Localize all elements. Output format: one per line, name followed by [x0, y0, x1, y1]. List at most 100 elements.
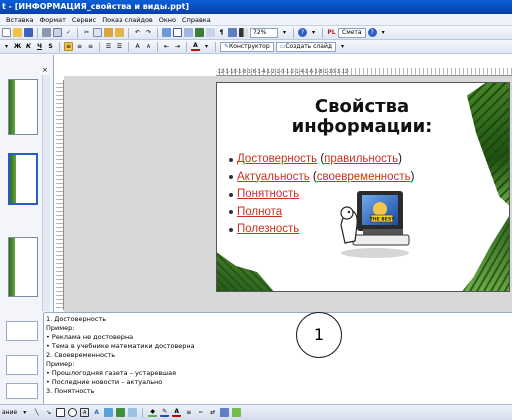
hyperlink[interactable]: Актуальность [237, 171, 310, 183]
line-color-icon[interactable]: ✎ [160, 408, 170, 417]
color-grayscale-icon[interactable] [239, 28, 248, 37]
speaker-notes-pane[interactable]: 1. ДостоверностьПример:Реклама не достов… [44, 312, 512, 404]
save-icon[interactable] [24, 28, 33, 37]
slide-thumbnail[interactable] [6, 355, 38, 375]
fern-bottom-left-image [217, 251, 275, 291]
bullet-text-fragment: ) [410, 170, 415, 183]
toolbar-separator [59, 41, 60, 52]
numbering-icon[interactable]: ☰ [104, 42, 113, 51]
underline-icon[interactable]: Ч [35, 42, 44, 51]
oval-icon[interactable] [68, 408, 78, 417]
menu-format[interactable]: Формат [40, 16, 66, 24]
menu-bar: Вставка Формат Сервис Показ слайдов Окно… [0, 14, 512, 26]
rectangle-icon[interactable] [56, 408, 66, 417]
slide-thumbnail[interactable] [6, 321, 38, 341]
font-color-icon[interactable]: A [191, 42, 200, 51]
table-icon[interactable] [173, 28, 182, 37]
tables-borders-icon[interactable] [184, 28, 193, 37]
decrease-font-icon[interactable]: A [144, 42, 153, 51]
arrow-style-icon[interactable]: ⇄ [208, 408, 217, 417]
expand-icon[interactable] [206, 28, 215, 37]
slide-thumbnail[interactable] [8, 237, 38, 297]
chevron-down-icon[interactable]: ▾ [280, 28, 289, 37]
chevron-down-icon[interactable]: ▾ [20, 408, 29, 417]
align-right-icon[interactable]: ≡ [86, 42, 95, 51]
line-style-icon[interactable]: ≡ [184, 408, 193, 417]
textbox-icon[interactable]: A [80, 408, 90, 417]
redo-icon[interactable]: ↷ [144, 28, 153, 37]
show-formatting-icon[interactable]: ¶ [217, 28, 226, 37]
help-icon[interactable]: ? [298, 28, 307, 37]
help-icon[interactable]: ? [367, 28, 377, 37]
increase-font-icon[interactable]: A [133, 42, 142, 51]
format-painter-icon[interactable] [115, 28, 124, 37]
hyperlink[interactable]: Полнота [237, 206, 282, 218]
chevron-down-icon[interactable]: ▾ [202, 42, 211, 51]
thumbnails-scrollbar[interactable] [42, 75, 50, 311]
menu-slide-show[interactable]: Показ слайдов [102, 16, 153, 24]
shadow-icon[interactable]: S [46, 42, 55, 51]
hyperlink[interactable]: правильность [324, 153, 398, 165]
chevron-down-icon[interactable]: ▾ [338, 42, 347, 51]
computer-clipart-image: THE BEST [340, 191, 410, 258]
hyperlink[interactable]: Достоверность [237, 153, 317, 165]
chevron-down-icon[interactable]: ▾ [309, 28, 318, 37]
chart-icon[interactable] [162, 28, 171, 37]
wordart-icon[interactable]: A [92, 408, 101, 417]
line-icon[interactable]: ╲ [32, 408, 41, 417]
fern-decoration [9, 238, 15, 296]
spelling-icon[interactable]: ✓ [64, 28, 73, 37]
grid-icon[interactable] [228, 28, 237, 37]
picture-icon[interactable] [128, 408, 138, 417]
chevron-down-icon[interactable]: ▾ [2, 42, 11, 51]
menu-tools[interactable]: Сервис [72, 16, 96, 24]
align-left-icon[interactable]: ≡ [64, 42, 73, 51]
slide-thumbnail-selected[interactable] [8, 153, 38, 205]
undo-icon[interactable]: ↶ [133, 28, 142, 37]
fill-color-icon[interactable]: ◆ [148, 408, 158, 417]
bold-icon[interactable]: Ж [13, 42, 22, 51]
slide-thumbnail[interactable] [8, 79, 38, 135]
slide-thumbnail[interactable] [6, 383, 38, 399]
markup-icon[interactable]: PL [327, 28, 336, 37]
zoom-select[interactable]: 72% [250, 27, 278, 38]
toolbar-separator [142, 407, 144, 418]
font-color-icon[interactable]: A [172, 408, 182, 417]
decrease-indent-icon[interactable]: ⇤ [162, 42, 171, 51]
cut-icon[interactable]: ✂ [82, 28, 91, 37]
increase-indent-icon[interactable]: ⇥ [173, 42, 182, 51]
new-icon[interactable] [2, 28, 11, 37]
insert-chart-icon[interactable] [195, 28, 204, 37]
menu-insert[interactable]: Вставка [6, 16, 34, 24]
align-center-icon[interactable]: ≡ [75, 42, 84, 51]
slide-title[interactable]: Свойства информации: [257, 97, 467, 137]
paste-icon[interactable] [104, 28, 113, 37]
menu-help[interactable]: Справка [182, 16, 211, 24]
open-icon[interactable] [13, 28, 22, 37]
designer-button[interactable]: ✎Конструктор [220, 41, 274, 52]
close-icon[interactable]: × [42, 66, 48, 74]
shadow-style-icon[interactable] [220, 408, 230, 417]
bullets-icon[interactable]: ☰ [115, 42, 124, 51]
help-field[interactable]: Смета [338, 27, 366, 38]
new-slide-button[interactable]: ▭Создать слайд [275, 41, 336, 52]
menu-window[interactable]: Окно [159, 16, 176, 24]
diagram-icon[interactable] [104, 408, 114, 417]
print-icon[interactable] [42, 28, 51, 37]
slide-canvas[interactable]: Свойства информации: Достоверность (прав… [216, 82, 510, 292]
hyperlink[interactable]: Полезность [237, 223, 299, 235]
hyperlink[interactable]: Понятность [237, 188, 299, 200]
drawing-label[interactable]: ание [2, 409, 17, 416]
dash-style-icon[interactable]: ┅ [196, 408, 205, 417]
bullet-text: Понятность [237, 186, 299, 204]
italic-icon[interactable]: К [24, 42, 33, 51]
arrow-icon[interactable]: ↘ [44, 408, 53, 417]
3d-style-icon[interactable] [232, 408, 242, 417]
clipart-icon[interactable] [116, 408, 126, 417]
copy-icon[interactable] [93, 28, 102, 37]
chevron-down-icon[interactable]: ▾ [379, 28, 388, 37]
hyperlink[interactable]: своевременность [317, 171, 411, 183]
preview-icon[interactable] [53, 28, 62, 37]
slide-bullet-item[interactable]: Актуальность (своевременность) [229, 169, 414, 187]
slide-bullet-item[interactable]: Достоверность (правильность) [229, 151, 414, 169]
